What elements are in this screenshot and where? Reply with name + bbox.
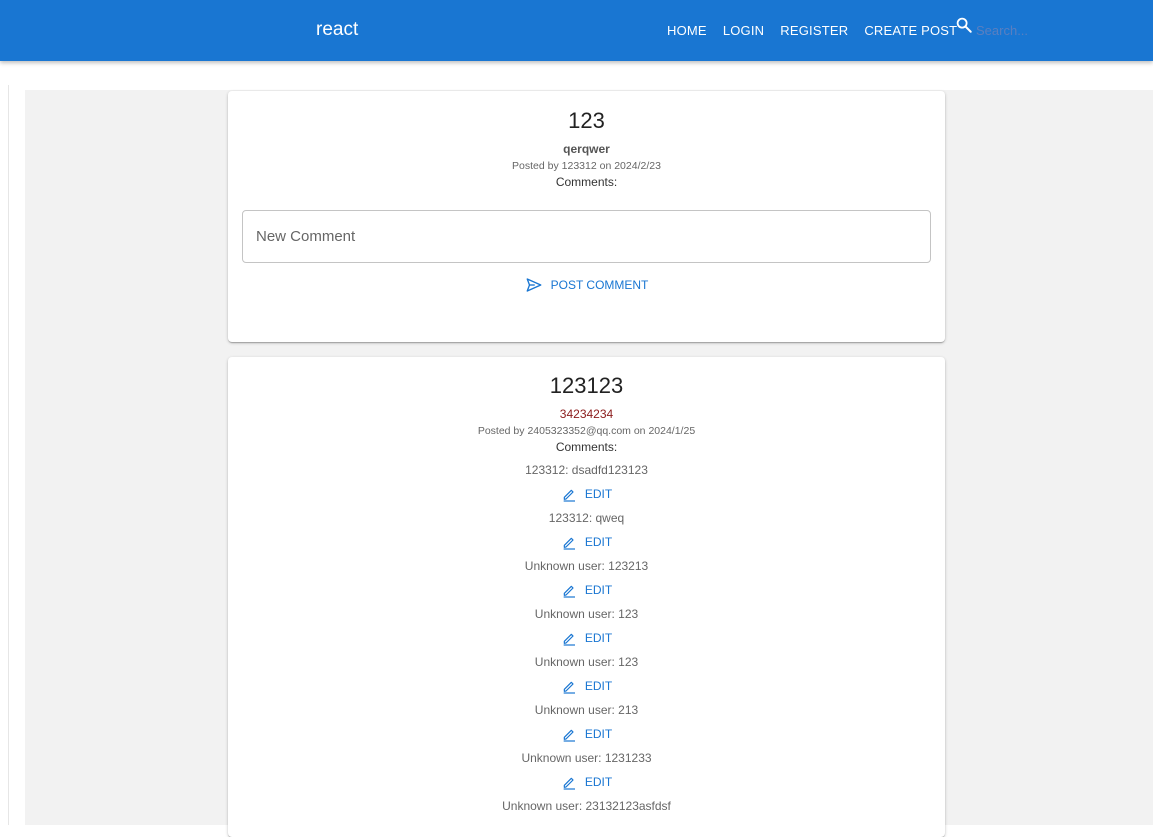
post-body: 34234234 bbox=[559, 407, 614, 421]
pencil-icon bbox=[563, 777, 575, 790]
nav-register-button[interactable]: REGISTER bbox=[772, 23, 856, 38]
nav-create-post-button[interactable]: CREATE POST bbox=[856, 23, 965, 38]
post-body: qerqwer bbox=[563, 142, 610, 156]
edit-comment-button[interactable]: EDIT bbox=[561, 530, 612, 554]
post-title: 123 bbox=[568, 108, 605, 133]
post-comment-button[interactable]: POST COMMENT bbox=[525, 276, 649, 294]
edit-label: EDIT bbox=[584, 727, 613, 741]
nav-menu: HOME LOGIN REGISTER CREATE POST bbox=[659, 0, 965, 61]
post-title: 123123 bbox=[549, 373, 624, 398]
edit-comment-button[interactable]: EDIT bbox=[561, 482, 612, 506]
comment-item: Unknown user: 123 bbox=[534, 607, 639, 621]
edit-comment-button[interactable]: EDIT bbox=[561, 770, 612, 794]
comment-item: Unknown user: 23132123asfdsf bbox=[502, 799, 671, 813]
search-icon[interactable] bbox=[955, 17, 973, 39]
nav-home-button[interactable]: HOME bbox=[659, 23, 715, 38]
comment-item: Unknown user: 213 bbox=[534, 703, 639, 717]
comments-label: Comments: bbox=[555, 440, 618, 454]
comment-item: Unknown user: 123 bbox=[534, 655, 639, 669]
search-box bbox=[955, 16, 1096, 44]
pencil-icon bbox=[563, 681, 575, 694]
new-comment-field[interactable]: New Comment bbox=[242, 210, 931, 263]
pencil-icon bbox=[563, 729, 575, 742]
edit-label: EDIT bbox=[584, 487, 613, 501]
pencil-icon bbox=[563, 585, 575, 598]
pencil-icon bbox=[563, 489, 575, 502]
pencil-icon bbox=[563, 537, 575, 550]
comment-list: 123312: dsadfd123123 EDIT 123312: qweq E… bbox=[228, 461, 945, 815]
edit-label: EDIT bbox=[584, 535, 613, 549]
post-meta: Posted by 2405323352@qq.com on 2024/1/25 bbox=[477, 425, 696, 437]
edit-comment-button[interactable]: EDIT bbox=[561, 578, 612, 602]
post-card: 123 qerqwer Posted by 123312 on 2024/2/2… bbox=[228, 91, 945, 342]
post-comment-label: POST COMMENT bbox=[550, 278, 649, 292]
app-bar: react HOME LOGIN REGISTER CREATE POST bbox=[0, 0, 1153, 61]
pencil-icon bbox=[563, 633, 575, 646]
edit-comment-button[interactable]: EDIT bbox=[561, 626, 612, 650]
nav-login-button[interactable]: LOGIN bbox=[715, 23, 772, 38]
comment-item: 123312: dsadfd123123 bbox=[525, 463, 648, 477]
edit-label: EDIT bbox=[584, 583, 613, 597]
comments-label: Comments: bbox=[555, 175, 618, 189]
comment-item: Unknown user: 1231233 bbox=[521, 751, 652, 765]
post-meta: Posted by 123312 on 2024/2/23 bbox=[512, 160, 661, 172]
comment-item: 123312: qweq bbox=[548, 511, 625, 525]
send-icon bbox=[526, 278, 542, 292]
edit-label: EDIT bbox=[584, 631, 613, 645]
post-card: 123123 34234234 Posted by 2405323352@qq.… bbox=[228, 357, 945, 837]
app-title[interactable]: react bbox=[316, 19, 358, 41]
edit-label: EDIT bbox=[584, 679, 613, 693]
page-divider bbox=[8, 85, 9, 825]
edit-label: EDIT bbox=[584, 775, 613, 789]
edit-comment-button[interactable]: EDIT bbox=[561, 674, 612, 698]
edit-comment-button[interactable]: EDIT bbox=[561, 722, 612, 746]
search-input[interactable] bbox=[976, 22, 1096, 38]
comment-item: Unknown user: 123213 bbox=[524, 559, 649, 573]
